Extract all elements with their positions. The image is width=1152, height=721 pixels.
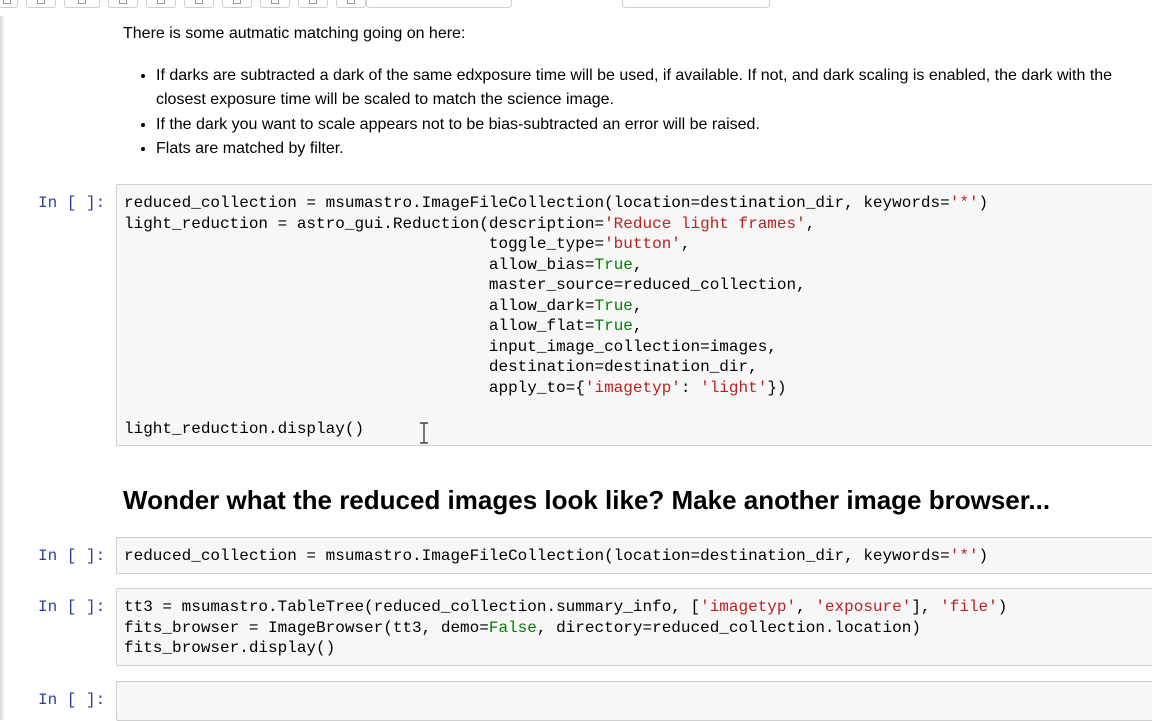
toolbar-button[interactable] xyxy=(108,0,138,8)
notebook-toolbar xyxy=(0,0,1152,16)
list-item: If darks are subtracted a dark of the sa… xyxy=(156,64,1152,113)
markdown-cell: There is some autmatic matching going on… xyxy=(123,22,1152,162)
code-cell-input[interactable] xyxy=(116,681,1152,721)
toolbar-button[interactable] xyxy=(298,0,328,8)
list-item: Flats are matched by filter. xyxy=(156,137,1152,162)
toolbar-button[interactable] xyxy=(184,0,214,8)
code-editor[interactable] xyxy=(117,682,1152,690)
code-editor[interactable]: reduced_collection = msumastro.ImageFile… xyxy=(117,185,1152,439)
toolbar-button[interactable] xyxy=(222,0,252,8)
i-beam-cursor-icon xyxy=(419,421,429,445)
toolbar-button[interactable] xyxy=(26,0,56,8)
code-editor[interactable]: reduced_collection = msumastro.ImageFile… xyxy=(117,538,1152,567)
code-cell-input[interactable]: tt3 = msumastro.TableTree(reduced_collec… xyxy=(116,588,1152,666)
cell-prompt: In [ ]: xyxy=(38,598,106,616)
cell-prompt: In [ ]: xyxy=(38,691,106,709)
code-cell-input[interactable]: reduced_collection = msumastro.ImageFile… xyxy=(116,184,1152,446)
code-editor[interactable]: tt3 = msumastro.TableTree(reduced_collec… xyxy=(117,589,1152,659)
toolbar-button[interactable] xyxy=(146,0,176,8)
cell-prompt: In [ ]: xyxy=(38,547,106,565)
cell-prompt: In [ ]: xyxy=(38,194,106,212)
notebook-left-edge xyxy=(0,0,4,720)
toolbar-button[interactable] xyxy=(0,0,18,8)
markdown-heading: Wonder what the reduced images look like… xyxy=(123,485,1051,515)
toolbar-button[interactable] xyxy=(336,0,366,8)
markdown-bullet-list: If darks are subtracted a dark of the sa… xyxy=(123,64,1152,162)
list-item: If the dark you want to scale appears no… xyxy=(156,113,1152,138)
markdown-intro: There is some autmatic matching going on… xyxy=(123,25,466,42)
code-cell-input[interactable]: reduced_collection = msumastro.ImageFile… xyxy=(116,537,1152,574)
celltoolbar-select[interactable] xyxy=(622,0,770,8)
cell-type-select[interactable] xyxy=(366,0,512,8)
toolbar-button[interactable] xyxy=(260,0,290,8)
toolbar-button[interactable] xyxy=(64,0,100,8)
